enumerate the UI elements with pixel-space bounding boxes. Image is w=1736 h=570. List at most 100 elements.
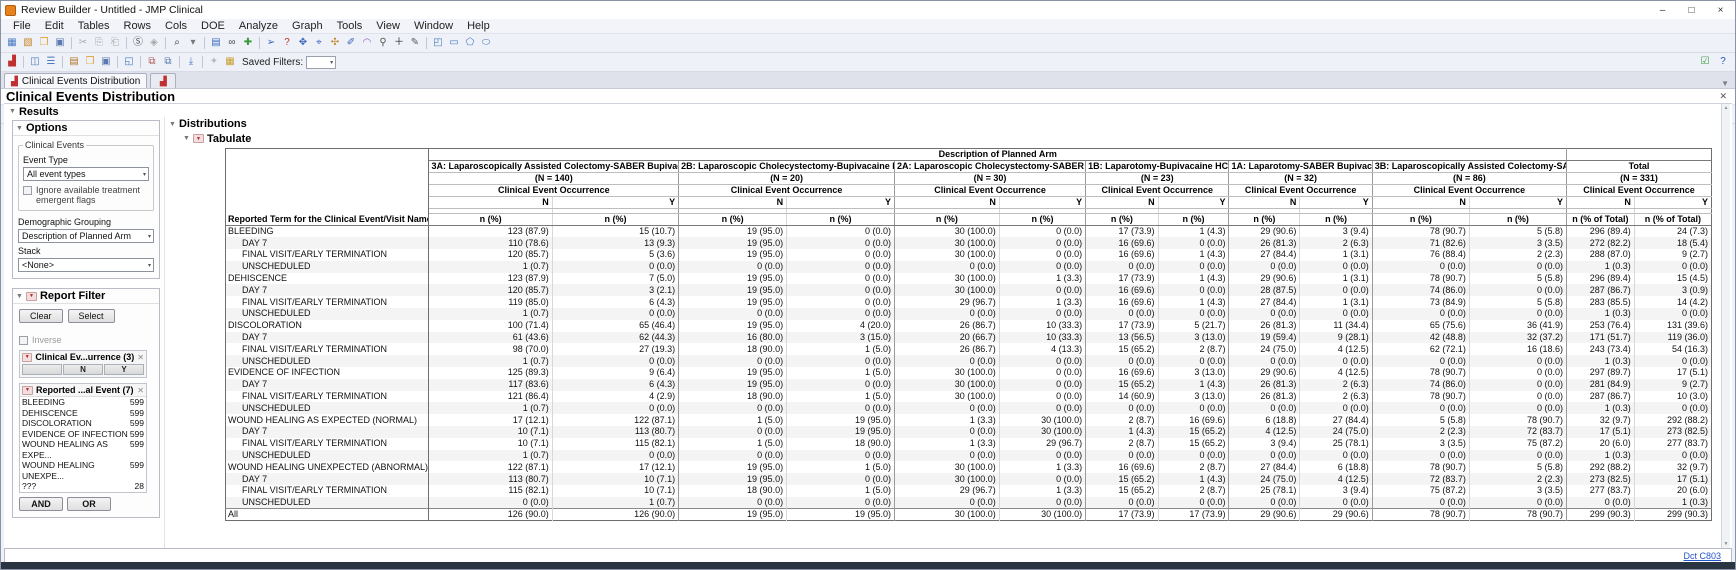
lasso-tool-icon[interactable]: ◠: [359, 36, 375, 51]
notes-icon[interactable]: ▦: [222, 55, 238, 70]
reported-event-redtriangle-icon[interactable]: ▼: [22, 386, 33, 395]
plus-tool-icon[interactable]: ＋: [391, 36, 407, 51]
occurrence-segment-Y[interactable]: Y: [104, 364, 144, 375]
menu-item-file[interactable]: File: [6, 20, 38, 32]
add-rows-icon[interactable]: ✚: [240, 36, 256, 51]
script-icon[interactable]: Ⓢ: [130, 36, 146, 51]
pencil-tool-icon[interactable]: ✎: [407, 36, 423, 51]
filter-list-item[interactable]: DEHISCENCE599: [20, 408, 146, 419]
move-tool-icon[interactable]: ✥: [295, 36, 311, 51]
maximize-button[interactable]: □: [1677, 1, 1706, 19]
menu-item-rows[interactable]: Rows: [117, 20, 159, 32]
data-table-icon[interactable]: ▤: [208, 36, 224, 51]
paste-icon[interactable]: ⎗: [107, 36, 123, 51]
menu-item-analyze[interactable]: Analyze: [232, 20, 285, 32]
tab-report-icon-only[interactable]: ▟: [150, 73, 176, 88]
close-button[interactable]: ×: [1706, 1, 1735, 19]
brush-tool-icon[interactable]: ✐: [343, 36, 359, 51]
filter-list-item[interactable]: WOUND HEALING AS EXPE...599: [20, 439, 146, 460]
select-button[interactable]: Select: [68, 309, 115, 323]
occurrence-segment-blank[interactable]: [22, 364, 62, 375]
grabber-tool-icon[interactable]: ✣: [327, 36, 343, 51]
review-outline-icon[interactable]: ☰: [43, 55, 59, 70]
crosshair-tool-icon[interactable]: ⌖: [311, 36, 327, 51]
download-report-icon[interactable]: ⤓: [183, 55, 199, 70]
magnifier-tool-icon[interactable]: ⚲: [375, 36, 391, 51]
cut-icon[interactable]: ✂: [75, 36, 91, 51]
review-chart-icon[interactable]: ▟: [4, 55, 20, 70]
save-icon[interactable]: ▣: [52, 36, 68, 51]
demographic-grouping-dropdown[interactable]: Description of Planned Arm▾: [18, 229, 154, 243]
menu-item-view[interactable]: View: [369, 20, 407, 32]
occurrence-redtriangle-icon[interactable]: ▼: [22, 353, 32, 362]
filter-list-item[interactable]: ???28: [20, 481, 146, 492]
arrow-tool-icon[interactable]: ➢: [263, 36, 279, 51]
options-disclosure-icon[interactable]: ▼: [16, 125, 23, 132]
menu-item-window[interactable]: Window: [407, 20, 460, 32]
menu-item-edit[interactable]: Edit: [38, 20, 71, 32]
table-cell: 5 (21.7): [1158, 320, 1229, 332]
star-icon[interactable]: ✦: [206, 55, 222, 70]
occurrence-close-icon[interactable]: ✕: [137, 353, 144, 362]
or-button[interactable]: OR: [67, 497, 111, 511]
occurrence-segment-N[interactable]: N: [63, 364, 103, 375]
filter-list-item[interactable]: BLEEDING599: [20, 397, 146, 408]
report-close-icon[interactable]: ✕: [1719, 91, 1735, 102]
save-review-icon[interactable]: ▣: [98, 55, 114, 70]
preview-report-icon[interactable]: ◱: [121, 55, 137, 70]
vertical-scrollbar[interactable]: ▲ ▼: [1721, 104, 1730, 548]
menu-item-help[interactable]: Help: [460, 20, 497, 32]
event-type-dropdown[interactable]: All event types▾: [23, 167, 149, 181]
find-binoculars-icon[interactable]: ∞: [224, 36, 240, 51]
inverse-checkbox[interactable]: [19, 336, 28, 345]
new-journal-icon[interactable]: ▧: [20, 36, 36, 51]
scroll-down-icon[interactable]: ▼: [1724, 541, 1729, 547]
help-tool-icon[interactable]: ?: [279, 36, 295, 51]
review-windows-icon[interactable]: ◫: [27, 55, 43, 70]
menu-item-graph[interactable]: Graph: [285, 20, 330, 32]
oval-tool-icon[interactable]: ⬭: [478, 36, 494, 51]
menu-item-doe[interactable]: DOE: [194, 20, 232, 32]
and-button[interactable]: AND: [19, 497, 63, 511]
open-review-icon[interactable]: ❒: [82, 55, 98, 70]
new-data-table-icon[interactable]: ▦: [4, 36, 20, 51]
help-icon[interactable]: ?: [1715, 55, 1731, 70]
table-cell: 29 (90.6): [1300, 509, 1372, 521]
ignore-flags-checkbox[interactable]: [23, 186, 32, 195]
table-row: FINAL VISIT/EARLY TERMINATION98 (70.0)27…: [226, 343, 1712, 355]
filter-list-item[interactable]: WOUND HEALING UNEXPE...599: [20, 460, 146, 481]
scroll-up-icon[interactable]: ▲: [1724, 105, 1729, 111]
table-cell: 1 (3.1): [1300, 249, 1372, 261]
menu-item-tables[interactable]: Tables: [71, 20, 117, 32]
minimize-button[interactable]: –: [1648, 1, 1677, 19]
menu-item-tools[interactable]: Tools: [330, 20, 370, 32]
search-icon[interactable]: ⌕: [169, 36, 185, 51]
report-filter-disclosure-icon[interactable]: ▼: [16, 293, 23, 300]
clear-button[interactable]: Clear: [19, 309, 63, 323]
menu-item-cols[interactable]: Cols: [158, 20, 194, 32]
tab-filter-icon[interactable]: ▼: [1721, 79, 1735, 88]
status-study-link[interactable]: Dct C803: [1683, 551, 1731, 561]
tab-clinical-events-distribution[interactable]: ▟ Clinical Events Distribution: [4, 73, 147, 88]
import-report-icon[interactable]: ⧉: [160, 55, 176, 70]
search-dropdown-icon[interactable]: ▾: [185, 36, 201, 51]
report-filter-redtriangle-icon[interactable]: ▼: [26, 292, 37, 301]
annotate-tool-icon[interactable]: ◰: [430, 36, 446, 51]
distributions-disclosure-icon[interactable]: ▼: [169, 121, 176, 128]
results-disclosure-icon[interactable]: ▼: [9, 108, 16, 115]
filter-list-item[interactable]: DISCOLORATION599: [20, 418, 146, 429]
saved-filters-dropdown[interactable]: ▾: [306, 56, 336, 69]
text-tool-icon[interactable]: ▭: [446, 36, 462, 51]
copy-icon[interactable]: ⎘: [91, 36, 107, 51]
stack-dropdown[interactable]: <None>▾: [18, 258, 154, 272]
settings-check-icon[interactable]: ☑: [1697, 55, 1713, 70]
open-icon[interactable]: ❒: [36, 36, 52, 51]
polygon-tool-icon[interactable]: ⬠: [462, 36, 478, 51]
export-report-icon[interactable]: ⧉: [144, 55, 160, 70]
filter-list-item[interactable]: EVIDENCE OF INFECTION599: [20, 429, 146, 440]
tabulate-disclosure-icon[interactable]: ▼: [183, 135, 190, 142]
report-doc-icon[interactable]: ▤: [66, 55, 82, 70]
reported-event-close-icon[interactable]: ✕: [137, 386, 144, 395]
lock-icon[interactable]: ◈: [146, 36, 162, 51]
tabulate-redtriangle-icon[interactable]: ▼: [193, 134, 204, 143]
